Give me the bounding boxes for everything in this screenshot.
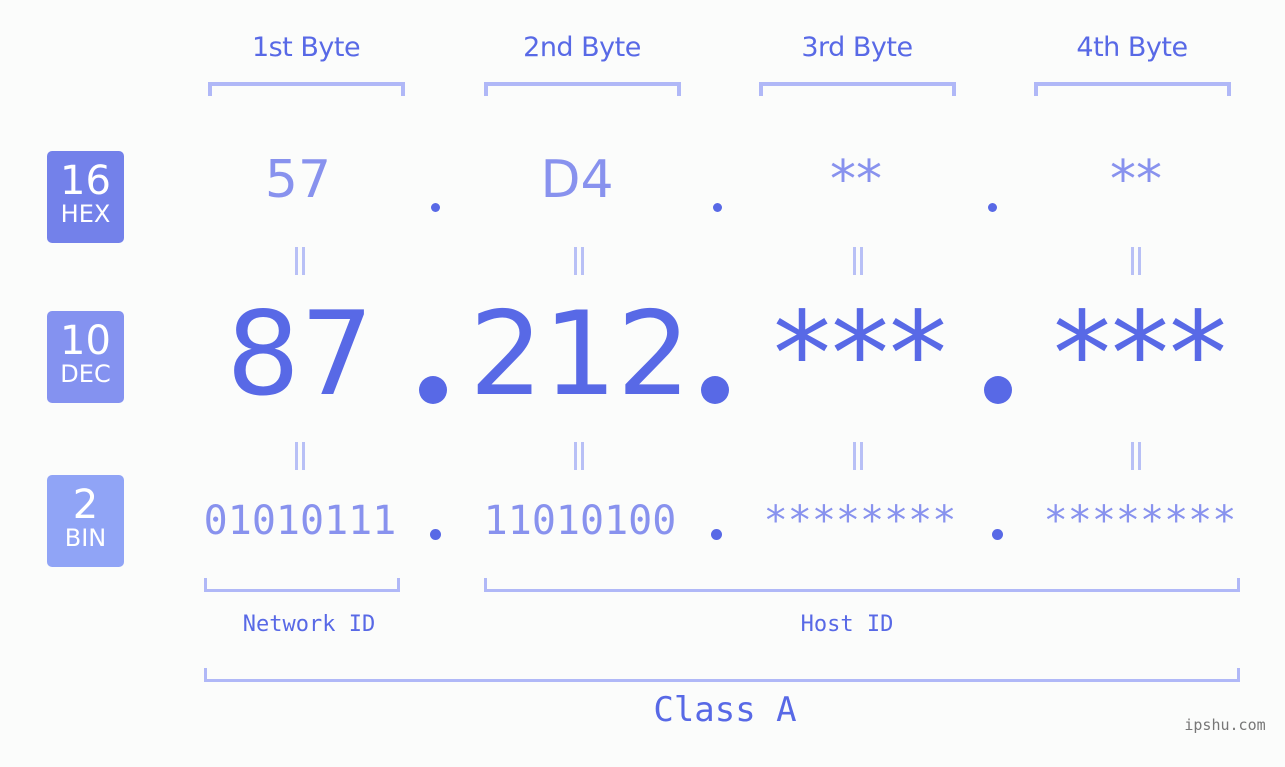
dec-byte-2: 212 bbox=[469, 287, 691, 422]
hex-byte-3: ** bbox=[830, 150, 882, 210]
dec-byte-4: *** bbox=[1053, 287, 1227, 422]
bin-byte-2: 11010100 bbox=[483, 498, 677, 544]
dec-separator-dot bbox=[984, 376, 1012, 404]
network-id-bracket bbox=[204, 578, 400, 592]
hex-byte-2: D4 bbox=[540, 150, 614, 210]
equals-icon bbox=[572, 442, 586, 470]
watermark: ipshu.com bbox=[1184, 716, 1266, 734]
hex-separator-dot bbox=[431, 203, 440, 212]
hex-byte-1: 57 bbox=[264, 150, 332, 210]
equals-icon bbox=[1129, 247, 1143, 275]
byte-header-2: 2nd Byte bbox=[523, 32, 641, 63]
bin-badge-number: 2 bbox=[72, 482, 99, 528]
host-id-label: Host ID bbox=[800, 612, 894, 637]
bin-byte-1: 01010111 bbox=[203, 498, 397, 544]
byte-bracket-4 bbox=[1034, 82, 1231, 96]
byte-bracket-1 bbox=[208, 82, 405, 96]
class-bracket bbox=[204, 668, 1240, 682]
bin-byte-4: ******** bbox=[1043, 498, 1237, 544]
equals-icon bbox=[293, 247, 307, 275]
dec-separator-dot bbox=[419, 376, 447, 404]
equals-icon bbox=[1129, 442, 1143, 470]
byte-header-4: 4th Byte bbox=[1076, 32, 1188, 63]
bin-separator-dot bbox=[992, 529, 1003, 540]
byte-header-3: 3rd Byte bbox=[801, 32, 913, 63]
dec-badge: 10 DEC bbox=[47, 311, 124, 403]
equals-icon bbox=[851, 247, 865, 275]
equals-icon bbox=[572, 247, 586, 275]
byte-bracket-2 bbox=[484, 82, 681, 96]
byte-header-1: 1st Byte bbox=[251, 32, 361, 63]
bin-separator-dot bbox=[430, 529, 441, 540]
class-label: Class A bbox=[653, 690, 797, 730]
bin-byte-3: ******** bbox=[763, 498, 957, 544]
network-id-label: Network ID bbox=[242, 612, 376, 637]
equals-icon bbox=[293, 442, 307, 470]
host-id-bracket bbox=[484, 578, 1240, 592]
dec-separator-dot bbox=[701, 376, 729, 404]
hex-separator-dot bbox=[713, 203, 722, 212]
bin-badge: 2 BIN bbox=[47, 475, 124, 567]
hex-badge-number: 16 bbox=[60, 158, 111, 204]
equals-icon bbox=[851, 442, 865, 470]
bin-separator-dot bbox=[711, 529, 722, 540]
byte-bracket-3 bbox=[759, 82, 956, 96]
hex-byte-4: ** bbox=[1110, 150, 1162, 210]
hex-separator-dot bbox=[988, 203, 997, 212]
dec-byte-1: 87 bbox=[226, 287, 374, 422]
hex-badge-label: HEX bbox=[60, 200, 111, 228]
dec-badge-label: DEC bbox=[60, 360, 111, 388]
dec-badge-number: 10 bbox=[60, 318, 111, 364]
dec-byte-3: *** bbox=[773, 287, 947, 422]
bin-badge-label: BIN bbox=[64, 524, 107, 552]
hex-badge: 16 HEX bbox=[47, 151, 124, 243]
